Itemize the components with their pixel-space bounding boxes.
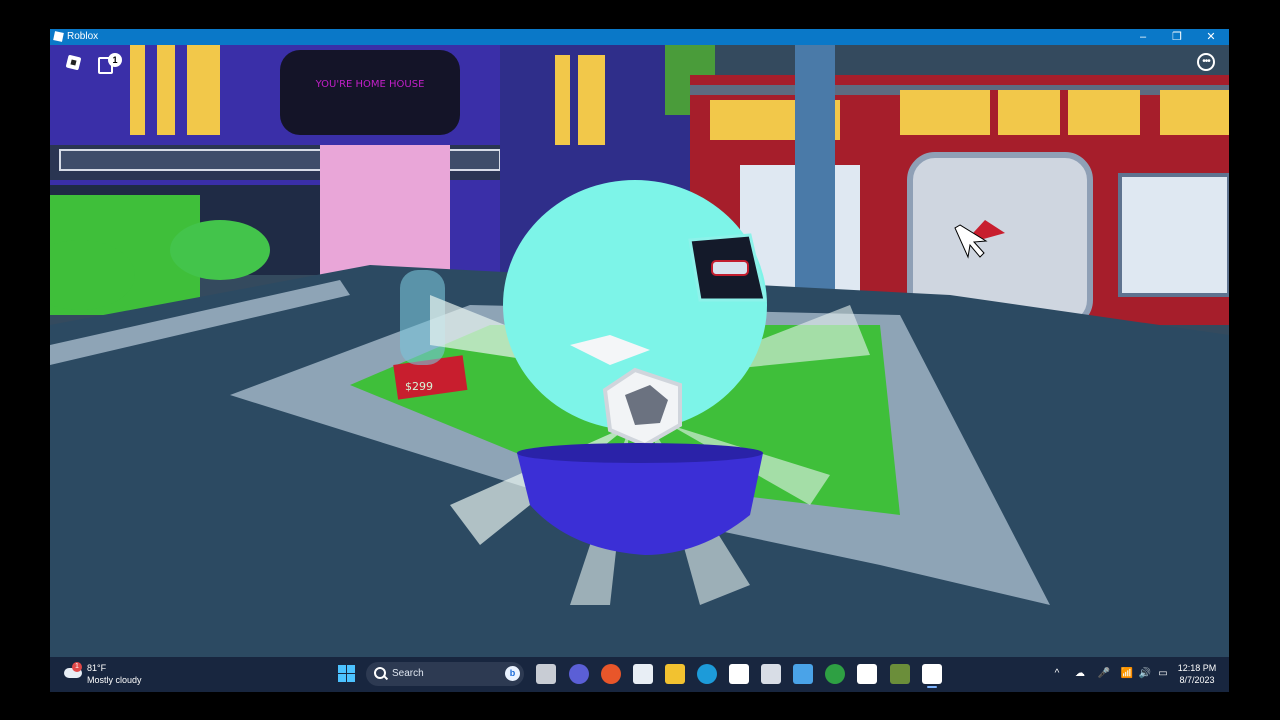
store-icon[interactable] — [633, 664, 653, 684]
windows-taskbar: 1 81°F Mostly cloudy Search b ^ ☁ 🎤 📶 🔊 … — [50, 657, 1229, 692]
more-options-button[interactable]: ••• — [1197, 53, 1215, 71]
start-button[interactable] — [338, 662, 356, 687]
chat-badge: 1 — [108, 53, 122, 67]
tray-chevron-icon[interactable]: ^ — [1050, 668, 1064, 680]
snipping-icon[interactable] — [857, 664, 877, 684]
roblox-logo-icon — [65, 54, 82, 71]
window-title: Roblox — [67, 31, 99, 42]
wifi-icon[interactable]: 📶 — [1120, 668, 1134, 680]
roblox-app-icon — [53, 31, 64, 42]
windows-logo-icon — [338, 665, 346, 673]
clock-date: 8/7/2023 — [1179, 675, 1215, 685]
edge-icon[interactable] — [697, 664, 717, 684]
roblox-window: Roblox – ❐ ✕ YOU'RE HOME HOUSE $299 1 ••… — [50, 29, 1229, 692]
microphone-icon[interactable]: 🎤 — [1097, 668, 1111, 680]
onedrive-icon[interactable]: ☁ — [1073, 668, 1087, 680]
minimize-button[interactable]: – — [1126, 29, 1160, 45]
taskbar-search[interactable]: Search b — [366, 662, 524, 686]
task-view-icon[interactable] — [536, 664, 556, 684]
restore-button[interactable]: ❐ — [1160, 29, 1194, 45]
firefox-icon[interactable] — [601, 664, 621, 684]
taskbar-clock[interactable]: 12:18 PM 8/7/2023 — [1168, 662, 1226, 687]
roblox-menu-button[interactable] — [64, 53, 84, 73]
window-titlebar[interactable]: Roblox – ❐ ✕ — [50, 29, 1229, 45]
weather-temp: 81°F — [87, 663, 107, 673]
search-icon — [374, 667, 386, 679]
minecraft-icon[interactable] — [890, 664, 910, 684]
bing-icon: b — [505, 666, 520, 681]
clock-time: 12:18 PM — [1177, 663, 1217, 673]
search-placeholder: Search — [392, 668, 424, 679]
xbox-icon[interactable] — [825, 664, 845, 684]
weather-condition: Mostly cloudy — [87, 675, 142, 685]
more-dots-icon: ••• — [1202, 56, 1211, 67]
sign-text: YOU'RE HOME HOUSE — [315, 79, 425, 90]
pink-door — [320, 145, 450, 275]
game-viewport[interactable]: YOU'RE HOME HOUSE $299 1 ••• — [50, 45, 1229, 657]
game-scene: YOU'RE HOME HOUSE $299 — [50, 45, 1229, 657]
windows-logo-tile — [347, 674, 355, 682]
volume-icon[interactable]: 🔊 — [1138, 668, 1152, 680]
weather-widget[interactable]: 1 81°F Mostly cloudy — [62, 662, 172, 687]
teams-chat-icon[interactable] — [569, 664, 589, 684]
windows-logo-tile — [338, 674, 346, 682]
mail-icon[interactable] — [729, 664, 749, 684]
chat-button[interactable]: 1 — [96, 53, 122, 75]
roblox-player-icon[interactable] — [922, 664, 942, 688]
file-explorer-icon[interactable] — [665, 664, 685, 684]
roblox-icon[interactable] — [761, 664, 781, 684]
building-sign — [280, 50, 460, 135]
weather-badge: 1 — [72, 662, 82, 672]
roblox-studio-icon[interactable] — [793, 664, 813, 684]
close-button[interactable]: ✕ — [1194, 29, 1228, 45]
windows-logo-tile — [347, 665, 355, 673]
price-tag: $299 — [405, 380, 433, 393]
